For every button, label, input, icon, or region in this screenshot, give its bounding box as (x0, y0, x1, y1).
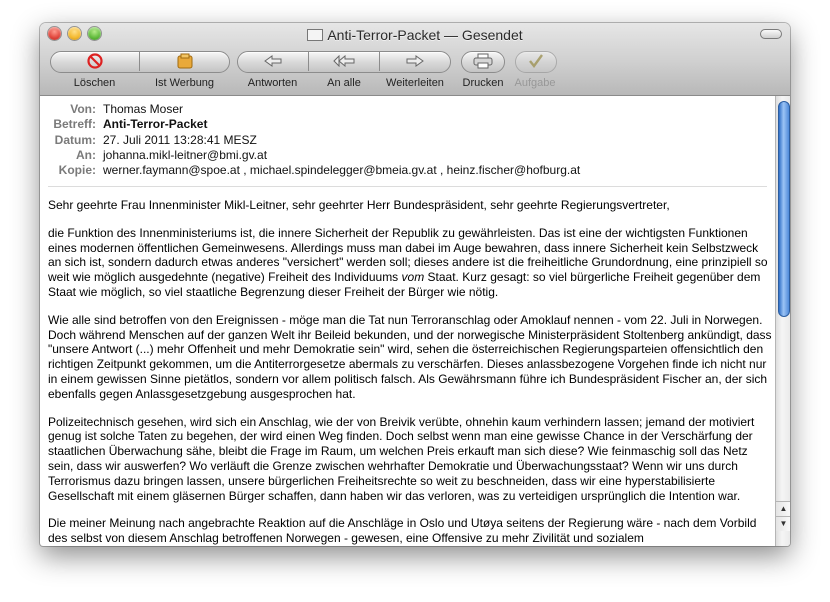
body-greeting: Sehr geehrte Frau Innenminister Mikl-Lei… (48, 198, 670, 212)
title-bar: Anti-Terror-Packet — Gesendet Löschen Is… (40, 23, 790, 96)
print-label: Drucken (462, 77, 504, 89)
toolbar-toggle-button[interactable] (760, 29, 782, 39)
forward-arrow-icon (406, 55, 424, 67)
printer-icon (473, 53, 493, 69)
junk-bag-icon (177, 53, 192, 69)
body-paragraph-2: Wie alle sind betroffen von den Ereignis… (48, 312, 772, 401)
reply-button[interactable] (237, 51, 308, 71)
date-value: 27. Juli 2011 13:28:41 MESZ (103, 133, 257, 147)
forward-label: Weiterleiten (386, 77, 444, 89)
todo-label: Aufgabe (514, 77, 556, 89)
from-value[interactable]: Thomas Moser (103, 101, 183, 117)
junk-label: Ist Werbung (154, 77, 215, 89)
scroll-down-arrow[interactable]: ▼ (776, 516, 790, 531)
header-divider (48, 186, 767, 187)
scrollbar-thumb[interactable] (778, 101, 790, 317)
delete-button[interactable] (50, 51, 139, 71)
cc-value[interactable]: werner.faymann@spoe.at , michael.spindel… (103, 162, 580, 178)
junk-button[interactable] (140, 51, 229, 71)
cc-label: Kopie: (58, 163, 96, 177)
scroll-up-arrow[interactable]: ▲ (776, 501, 790, 516)
reply-arrow-icon (263, 55, 281, 67)
reply-all-arrow-icon (333, 55, 355, 67)
reply-all-button[interactable] (309, 51, 379, 71)
body-paragraph-4: Die meiner Meinung nach angebrachte Reak… (48, 516, 757, 546)
vertical-scrollbar[interactable]: ▲ ▼ (775, 96, 790, 546)
window-title-text: Anti-Terror-Packet — Gesendet (327, 27, 523, 43)
body-emphasis: vom (401, 270, 425, 285)
subject-label: Betreff: (53, 117, 96, 131)
to-value[interactable]: johanna.mikl-leitner@bmi.gv.at (103, 147, 267, 163)
date-label: Datum: (54, 133, 96, 147)
delete-label: Löschen (73, 77, 116, 89)
subject-value: Anti-Terror-Packet (103, 117, 208, 131)
reply-all-label: An alle (327, 77, 361, 89)
from-label: Von: (70, 102, 96, 116)
body-paragraph-1: die Funktion des Innenministeriums ist, … (48, 225, 768, 299)
no-entry-icon (86, 53, 103, 69)
forward-button[interactable] (380, 51, 450, 71)
mail-window: Anti-Terror-Packet — Gesendet Löschen Is… (40, 23, 790, 546)
reply-label: Antworten (247, 77, 298, 89)
checkmark-icon (529, 54, 543, 68)
message-body[interactable]: Sehr geehrte Frau Innenminister Mikl-Lei… (48, 198, 772, 546)
envelope-icon (307, 29, 324, 41)
window-title: Anti-Terror-Packet — Gesendet (40, 27, 790, 43)
to-label: An: (76, 148, 96, 162)
body-paragraph-3: Polizeitechnisch gesehen, wird sich ein … (48, 414, 755, 503)
